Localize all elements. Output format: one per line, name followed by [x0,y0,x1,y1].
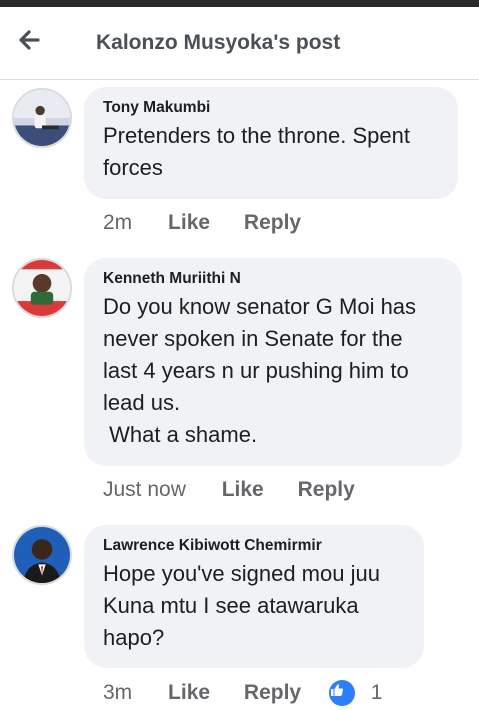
status-bar [0,0,479,7]
avatar-photo [14,527,70,583]
avatar[interactable] [12,88,72,148]
comment-actions: Just now Like Reply [103,478,383,502]
comment-timestamp: 3m [103,681,133,704]
avatar-photo [14,90,70,146]
comment-actions: 2m Like Reply [103,211,329,235]
comment-bubble: Lawrence Kibiwott Chemirmir Hope you've … [84,525,424,668]
reaction-count: 1 [370,681,383,704]
reply-button[interactable]: Reply [244,211,301,235]
top-bar: Kalonzo Musyoka's post [0,7,479,80]
comment-text: Hope you've signed mou juu Kuna mtu I se… [103,561,387,650]
comment-author[interactable]: Tony Makumbi [103,99,438,117]
comment-bubble: Tony Makumbi Pretenders to the throne. S… [84,87,458,199]
comment-author[interactable]: Lawrence Kibiwott Chemirmir [103,537,404,555]
comment-timestamp: Just now [103,478,186,502]
comment-bubble: Kenneth Muriithi N Do you know senator G… [84,258,462,466]
comment-text: Do you know senator G Moi has never spok… [103,294,417,447]
page-title: Kalonzo Musyoka's post [96,31,341,54]
like-button[interactable]: Like [222,478,264,502]
reply-button[interactable]: Reply [298,478,355,502]
like-button[interactable]: Like [168,681,210,705]
reaction-summary[interactable]: 1 [328,680,383,706]
back-button[interactable] [14,25,54,55]
comment-actions: 3m Like Reply 1 [103,680,382,706]
comment-author[interactable]: Kenneth Muriithi N [103,270,442,288]
avatar-photo [14,260,70,316]
avatar[interactable] [12,525,72,585]
like-button[interactable]: Like [168,211,210,235]
avatar[interactable] [12,258,72,318]
like-icon [328,680,355,706]
comment-timestamp: 2m [103,211,133,235]
arrow-left-icon [19,30,40,50]
reply-button[interactable]: Reply [244,681,301,705]
comment-text: Pretenders to the throne. Spent forces [103,123,417,180]
